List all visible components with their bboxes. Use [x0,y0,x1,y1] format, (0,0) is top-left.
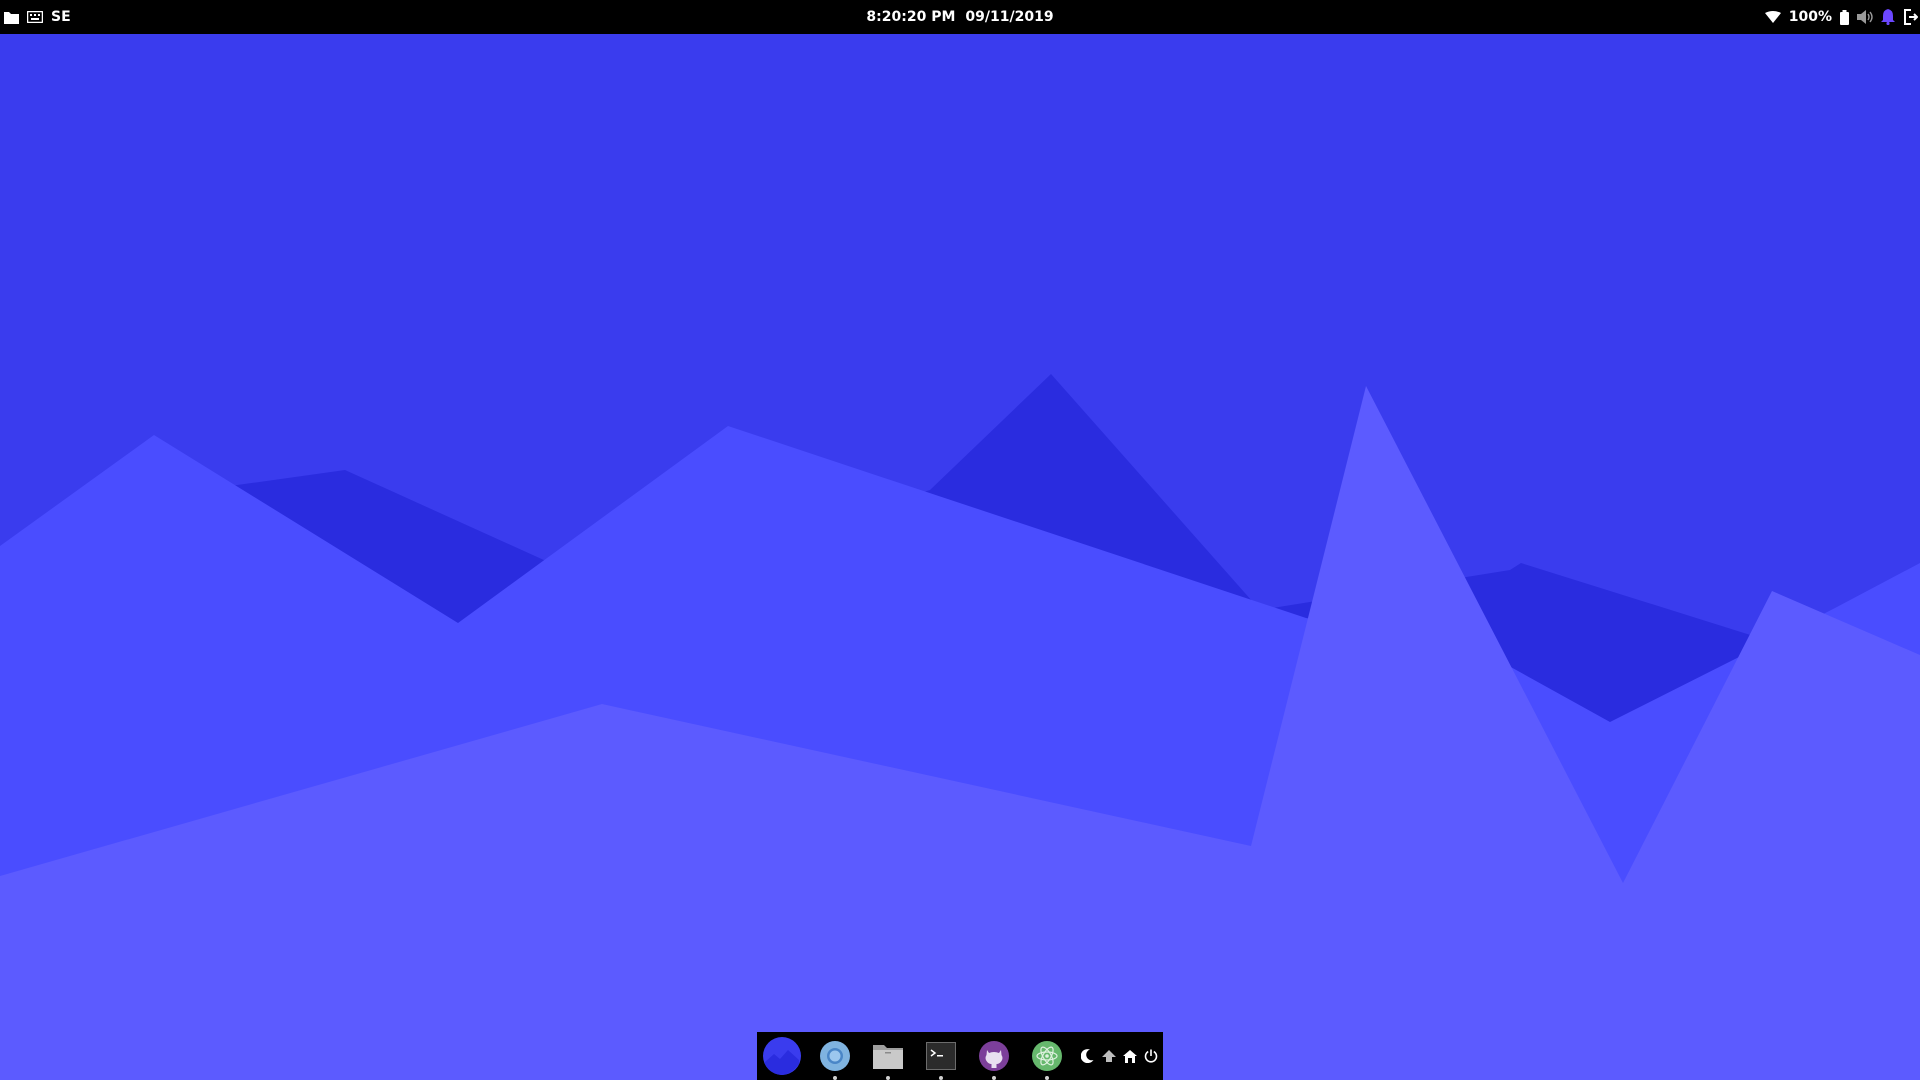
running-indicator [1045,1076,1049,1080]
dock-app-atom[interactable] [1026,1035,1068,1080]
clock-date[interactable]: 09/11/2019 [965,0,1053,34]
power-icon[interactable] [1142,1046,1159,1066]
keyboard-layout-indicator[interactable]: SE [51,0,71,34]
dock [757,1032,1163,1080]
top-panel: SE 8:20:20 PM 09/11/2019 100% [0,0,1920,34]
launcher-icon [763,1037,801,1075]
dock-app-chromium[interactable] [814,1035,856,1080]
logout-icon[interactable] [1903,8,1918,26]
battery-percent[interactable]: 100% [1789,0,1832,34]
upload-icon[interactable] [1100,1046,1117,1066]
bell-icon[interactable] [1881,8,1895,26]
running-indicator [833,1076,837,1080]
dock-app-files[interactable] [867,1035,909,1080]
clock-time[interactable]: 8:20:20 PM [866,0,955,34]
github-icon [979,1041,1009,1071]
desktop-wallpaper [0,0,1920,1080]
dock-app-terminal[interactable] [920,1035,962,1080]
dock-app-github-desktop[interactable] [973,1035,1015,1080]
wifi-icon[interactable] [1764,8,1781,26]
file-manager-icon [873,1045,903,1069]
moon-icon[interactable] [1079,1046,1096,1066]
terminal-icon [926,1042,956,1070]
keyboard-icon[interactable] [27,8,43,26]
battery-icon[interactable] [1840,8,1849,26]
folder-icon[interactable] [4,8,19,26]
dock-app-launcher[interactable] [761,1035,803,1077]
running-indicator [886,1076,890,1080]
chromium-icon [820,1041,850,1071]
running-indicator [939,1076,943,1080]
home-icon[interactable] [1121,1046,1138,1066]
volume-icon[interactable] [1857,8,1873,26]
atom-icon [1032,1041,1062,1071]
running-indicator [992,1076,996,1080]
